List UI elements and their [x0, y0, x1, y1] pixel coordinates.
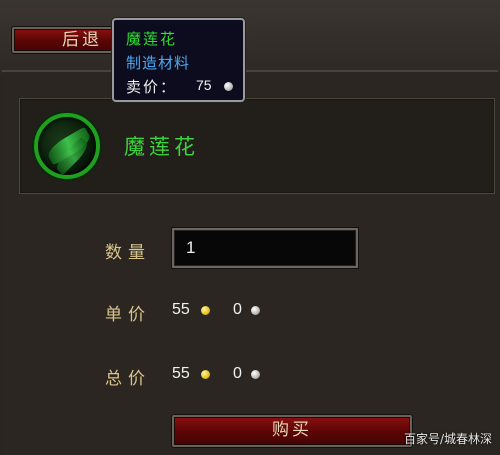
- tooltip-sell-label: 卖价：: [126, 78, 178, 96]
- item-name: 魔莲花: [124, 135, 199, 159]
- item-panel: 魔莲花: [19, 98, 495, 194]
- buy-button[interactable]: 购买: [172, 415, 412, 447]
- tooltip-sell-price: 75: [196, 77, 212, 93]
- quantity-input[interactable]: 1: [172, 228, 358, 268]
- silver-coin-icon: [251, 370, 260, 379]
- total-price-label: 总价: [105, 369, 151, 389]
- silver-coin-icon: [224, 82, 233, 91]
- unit-gold-value: 55: [172, 301, 190, 318]
- tooltip-item-type: 制造材料: [126, 54, 191, 72]
- item-tooltip: 魔莲花 制造材料 卖价： 75: [112, 18, 245, 102]
- silver-coin-icon: [251, 306, 260, 315]
- unit-silver-value: 0: [233, 301, 242, 318]
- quantity-label: 数量: [105, 243, 151, 263]
- lotus-herb-icon: [34, 113, 100, 179]
- watermark: 百家号/城春林深: [403, 432, 492, 446]
- gold-coin-icon: [201, 306, 210, 315]
- total-silver-value: 0: [233, 365, 242, 382]
- total-gold-value: 55: [172, 365, 190, 382]
- unit-price-label: 单价: [105, 305, 151, 325]
- gold-coin-icon: [201, 370, 210, 379]
- tooltip-item-name: 魔莲花: [126, 30, 178, 48]
